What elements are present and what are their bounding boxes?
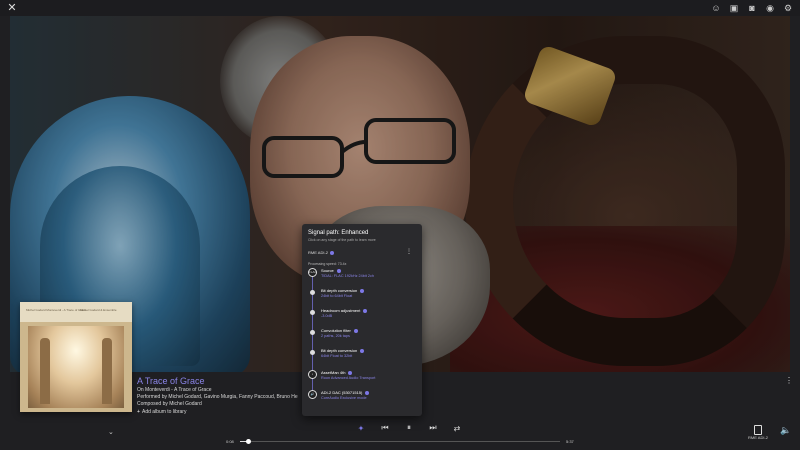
album-icon[interactable]: ◙ — [746, 2, 758, 14]
cover-band — [20, 302, 132, 322]
track-title[interactable]: A Trace of Grace — [137, 376, 205, 386]
device-icon: 🔊 — [308, 390, 317, 399]
step-detail: Roon Advanced Audio Transport — [321, 376, 376, 380]
previous-icon[interactable]: ⏮ — [380, 423, 390, 433]
step-info-icon[interactable] — [360, 288, 365, 293]
album-cover[interactable]: Michel Godard Monteverdi - A Trace of Gr… — [20, 302, 132, 412]
step-name-text: Bit depth conversion — [321, 288, 358, 293]
zone-icon[interactable]: ▣ — [728, 2, 740, 14]
add-album-button[interactable]: + Add album to library — [137, 409, 186, 415]
settings-icon[interactable]: ⚙ — [782, 2, 794, 14]
step-name: AssetMan 4th — [321, 370, 353, 375]
step-name: Headroom adjustment — [321, 308, 368, 313]
volume-icon[interactable]: 🔈 — [780, 425, 791, 436]
processing-speed: Processing speed: 73.4x — [308, 262, 347, 266]
step-name-text: Headroom adjustment — [321, 308, 361, 313]
signal-path-subtitle: Click on any stage of the path to learn … — [308, 238, 376, 242]
seek-bar[interactable] — [240, 439, 560, 444]
step-info-icon[interactable] — [336, 268, 341, 273]
step-detail: 24bit to 64bit Float — [321, 294, 353, 298]
step-name: ADI-2 DAC (53071515) — [321, 390, 370, 395]
top-icons: ☺ ▣ ◙ ◉ ⚙ — [710, 2, 794, 14]
step-name: Convolution filter — [321, 328, 358, 333]
signal-path-icon[interactable]: ✦ — [356, 424, 366, 433]
transport-controls: ✦ ⏮ ⏸ ⏭ ⇄ — [356, 423, 462, 433]
speaker-zone-icon — [754, 425, 762, 435]
top-bar: ✕ ☺ ▣ ◙ ◉ ⚙ — [0, 0, 800, 16]
step-name-text: Bit depth conversion — [321, 348, 358, 353]
step-detail: 2 paths, 20k taps — [321, 334, 350, 338]
device-icon: ◐ — [308, 370, 317, 379]
source-format-icon: FLAC — [308, 268, 317, 277]
step-name-text: Source — [321, 268, 334, 273]
step-info-icon[interactable] — [348, 370, 353, 375]
step-dot-icon — [310, 350, 315, 355]
step-name-text: ADI-2 DAC (53071515) — [321, 390, 363, 395]
track-album-line[interactable]: On Monteverdi - A Trace of Grace — [137, 387, 211, 393]
signal-path-title: Signal path: Enhanced — [308, 230, 369, 236]
more-options-icon[interactable]: ⋮ — [785, 376, 793, 385]
step-info-icon[interactable] — [360, 348, 365, 353]
add-album-label: Add album to library — [142, 409, 187, 415]
cover-column — [102, 338, 112, 404]
step-dot-icon — [310, 330, 315, 335]
profile-icon[interactable]: ☺ — [710, 2, 722, 14]
step-name: Bit depth conversion — [321, 348, 365, 353]
signal-path-device: RME ADI-2 — [308, 250, 335, 255]
signal-path-popup: Signal path: Enhanced Click on any stage… — [302, 224, 422, 416]
step-detail: TIDAL: FLAC 192kHz 24bit 2ch — [321, 274, 374, 278]
cover-column — [40, 338, 50, 404]
seek-knob[interactable] — [245, 439, 251, 444]
step-name: Bit depth conversion — [321, 288, 365, 293]
popup-more-icon[interactable]: ⋮ — [406, 248, 412, 255]
radio-mode-icon[interactable]: ⇄ — [452, 424, 462, 433]
track-composer-line[interactable]: Composed by Michel Godard — [137, 401, 202, 407]
info-icon[interactable] — [330, 250, 335, 255]
zone-selector[interactable]: RME ADI-2 — [748, 425, 768, 440]
step-info-icon[interactable] — [363, 308, 368, 313]
step-dot-icon — [310, 290, 315, 295]
step-name-text: AssetMan 4th — [321, 370, 346, 375]
step-name: Source — [321, 268, 341, 273]
radio-icon[interactable]: ◉ — [764, 2, 776, 14]
step-info-icon[interactable] — [353, 328, 358, 333]
next-icon[interactable]: ⏭ — [428, 423, 438, 433]
current-time: 0:08 — [226, 439, 234, 444]
step-detail: 64bit Float to 32bit — [321, 354, 353, 358]
step-detail: CoreAudio Exclusive mode — [321, 396, 367, 400]
cover-text-right: Michel Godard & Ensemble — [80, 308, 117, 312]
step-detail: -3.0dB — [321, 314, 333, 318]
pause-icon[interactable]: ⏸ — [404, 423, 414, 433]
step-info-icon[interactable] — [365, 390, 370, 395]
track-performers-line[interactable]: Performed by Michel Godard, Gavino Murgi… — [137, 394, 298, 400]
step-dot-icon — [310, 310, 315, 315]
cover-text-left: Michel Godard Monteverdi - A Trace of Gr… — [26, 308, 87, 312]
device-label: RME ADI-2 — [308, 250, 329, 255]
zone-label: RME ADI-2 — [748, 435, 769, 440]
total-time: 5:37 — [566, 439, 574, 444]
close-icon[interactable]: ✕ — [6, 2, 18, 14]
chevron-down-icon[interactable]: ⌄ — [108, 428, 114, 436]
step-name-text: Convolution filter — [321, 328, 351, 333]
